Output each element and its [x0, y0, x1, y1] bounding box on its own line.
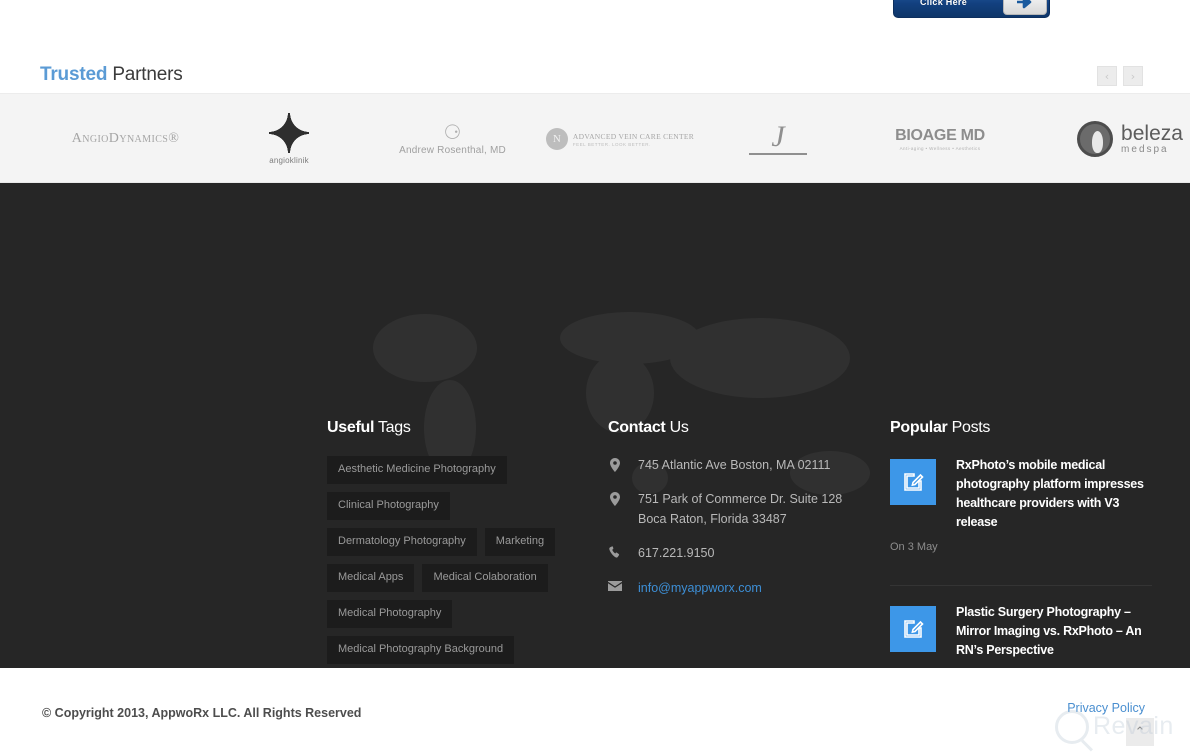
- tag-item[interactable]: Aesthetic Medicine Photography: [327, 456, 507, 484]
- partner-logo-beleza-medspa-subtext: medspa: [1121, 144, 1169, 155]
- partner-logo-susan-j-medspa-text: J: [771, 119, 785, 153]
- tag-item[interactable]: Clinical Photography: [327, 492, 450, 520]
- angioklinik-mark-icon: [269, 113, 309, 153]
- chevron-up-icon: ⌃: [1134, 724, 1146, 740]
- popular-post-item: RxPhoto’s mobile medical photography pla…: [890, 456, 1152, 569]
- partners-heading-accent: Trusted: [40, 64, 108, 85]
- posts-column-title: Popular Posts: [890, 419, 1152, 437]
- partner-logo-advanced-vein-care-tagline: FEEL BETTER. LOOK BETTER.: [572, 141, 651, 147]
- partners-carousel-nav: ‹ ›: [1097, 66, 1143, 86]
- partner-logo-bioage-md[interactable]: BIOAGE MD Anti-aging • Wellness • Aesthe…: [872, 94, 1008, 182]
- page-root: Click Here Trusted Partners ‹ › AngioDyn…: [0, 0, 1190, 753]
- phone-icon: [608, 544, 622, 559]
- tag-item[interactable]: Medical Apps: [327, 564, 415, 592]
- partner-logo-andrew-rosenthal-text: Andrew Rosenthal, MD: [399, 144, 506, 156]
- footer-column-posts: Popular Posts RxPhoto’s mobile medical p…: [890, 419, 1152, 668]
- tags-column-title-bold: Useful: [327, 419, 375, 436]
- copyright-text: © Copyright 2013, AppwoRx LLC. All Right…: [42, 706, 362, 720]
- partner-logo-angiodynamics-text: AngioDynamics®: [71, 130, 180, 146]
- popular-post-item: Plastic Surgery Photography – Mirror Ima…: [890, 585, 1152, 668]
- carousel-prev-button[interactable]: ‹: [1097, 66, 1117, 86]
- click-here-label: Click Here: [920, 0, 968, 7]
- chevron-right-icon: ›: [1130, 69, 1136, 83]
- chevron-left-icon: ‹: [1104, 69, 1110, 83]
- carousel-next-button[interactable]: ›: [1123, 66, 1143, 86]
- posts-column-title-bold: Popular: [890, 419, 948, 436]
- partner-logo-bioage-md-text: BIOAGE MD: [895, 127, 985, 144]
- tag-item[interactable]: Medical Photography Background: [327, 636, 515, 664]
- footer-column-tags: Useful Tags Aesthetic Medicine Photograp…: [327, 419, 582, 668]
- beleza-wordmark: beleza medspa: [1121, 123, 1183, 155]
- partners-heading: Trusted Partners: [40, 64, 183, 86]
- map-pin-icon: [608, 490, 622, 507]
- partner-logo-bioage-md-tagline: Anti-aging • Wellness • Aesthetics: [899, 146, 981, 151]
- tag-item[interactable]: Dermatology Photography: [327, 528, 477, 556]
- bottom-bar: © Copyright 2013, AppwoRx LLC. All Right…: [0, 668, 1190, 753]
- tag-item[interactable]: Medical Colaboration: [422, 564, 548, 592]
- avcc-badge-icon: N: [545, 128, 568, 150]
- tag-item[interactable]: Medical Photography: [327, 600, 453, 628]
- partner-logo-advanced-vein-care[interactable]: N ADVANCED VEIN CARE CENTER FEEL BETTER.…: [545, 94, 695, 182]
- contact-column-title: Contact Us: [608, 419, 858, 437]
- partners-logo-band: AngioDynamics® angioklinik ⚆ Andrew Rose…: [0, 93, 1190, 183]
- popular-post-title[interactable]: RxPhoto’s mobile medical photography pla…: [956, 456, 1152, 532]
- rosenthal-swirl-icon: ⚆: [443, 121, 462, 144]
- edit-square-icon[interactable]: [890, 459, 936, 505]
- partners-logo-track: AngioDynamics® angioklinik ⚆ Andrew Rose…: [0, 94, 1190, 182]
- footer-dark-section: Useful Tags Aesthetic Medicine Photograp…: [0, 183, 1190, 668]
- popular-post-title[interactable]: Plastic Surgery Photography – Mirror Ima…: [956, 603, 1152, 660]
- avcc-wordmark: ADVANCED VEIN CARE CENTER FEEL BETTER. L…: [573, 132, 694, 147]
- susan-j-rule: [749, 153, 807, 156]
- arrow-right-icon: [1003, 0, 1047, 15]
- partner-logo-advanced-vein-care-text: ADVANCED VEIN CARE CENTER: [572, 131, 695, 141]
- partner-logo-susan-j-medspa[interactable]: J: [730, 94, 826, 182]
- partner-logo-angiodynamics[interactable]: AngioDynamics®: [48, 94, 203, 182]
- partner-logo-angioklinik-text: angioklinik: [269, 156, 309, 165]
- posts-column-title-plain: Posts: [947, 419, 991, 436]
- beleza-orb-icon: [1077, 121, 1114, 157]
- partner-logo-beleza-medspa[interactable]: beleza medspa: [1055, 94, 1190, 182]
- popular-post-meta: On 3 May: [890, 541, 938, 553]
- top-strip: Click Here: [0, 0, 1190, 54]
- click-here-button[interactable]: Click Here: [893, 0, 1050, 18]
- contact-list: 745 Atlantic Ave Boston, MA 02111 751 Pa…: [608, 456, 858, 598]
- contact-address-primary: 745 Atlantic Ave Boston, MA 02111: [608, 456, 858, 475]
- partner-logo-andrew-rosenthal[interactable]: ⚆ Andrew Rosenthal, MD: [380, 94, 525, 182]
- partner-logo-angioklinik[interactable]: angioklinik: [240, 94, 338, 182]
- partner-logo-beleza-medspa-text: beleza: [1121, 122, 1183, 145]
- tags-column-title: Useful Tags: [327, 419, 582, 437]
- contact-address-primary-text: 745 Atlantic Ave Boston, MA 02111: [638, 458, 831, 472]
- footer-column-contact: Contact Us 745 Atlantic Ave Boston, MA 0…: [608, 419, 858, 598]
- privacy-policy-link[interactable]: Privacy Policy: [1067, 701, 1145, 715]
- contact-address-secondary: 751 Park of Commerce Dr. Suite 128 Boca …: [608, 490, 858, 529]
- scroll-to-top-button[interactable]: ⌃: [1126, 718, 1154, 746]
- tag-list: Aesthetic Medicine Photography Clinical …: [327, 456, 582, 668]
- contact-column-title-bold: Contact: [608, 419, 666, 436]
- contact-phone-text: 617.221.9150: [638, 546, 715, 561]
- partners-heading-plain: Partners: [107, 64, 183, 85]
- envelope-icon: [608, 579, 622, 591]
- edit-square-icon[interactable]: [890, 606, 936, 652]
- contact-email: info@myappworx.com: [608, 579, 858, 598]
- tag-item[interactable]: Marketing: [484, 528, 556, 556]
- contact-email-link[interactable]: info@myappworx.com: [638, 579, 762, 598]
- contact-phone: 617.221.9150: [608, 544, 858, 563]
- tags-column-title-plain: Tags: [374, 419, 411, 436]
- map-pin-icon: [608, 456, 622, 472]
- contact-column-title-plain: Us: [665, 419, 689, 436]
- contact-address-secondary-text: 751 Park of Commerce Dr. Suite 128 Boca …: [638, 492, 843, 526]
